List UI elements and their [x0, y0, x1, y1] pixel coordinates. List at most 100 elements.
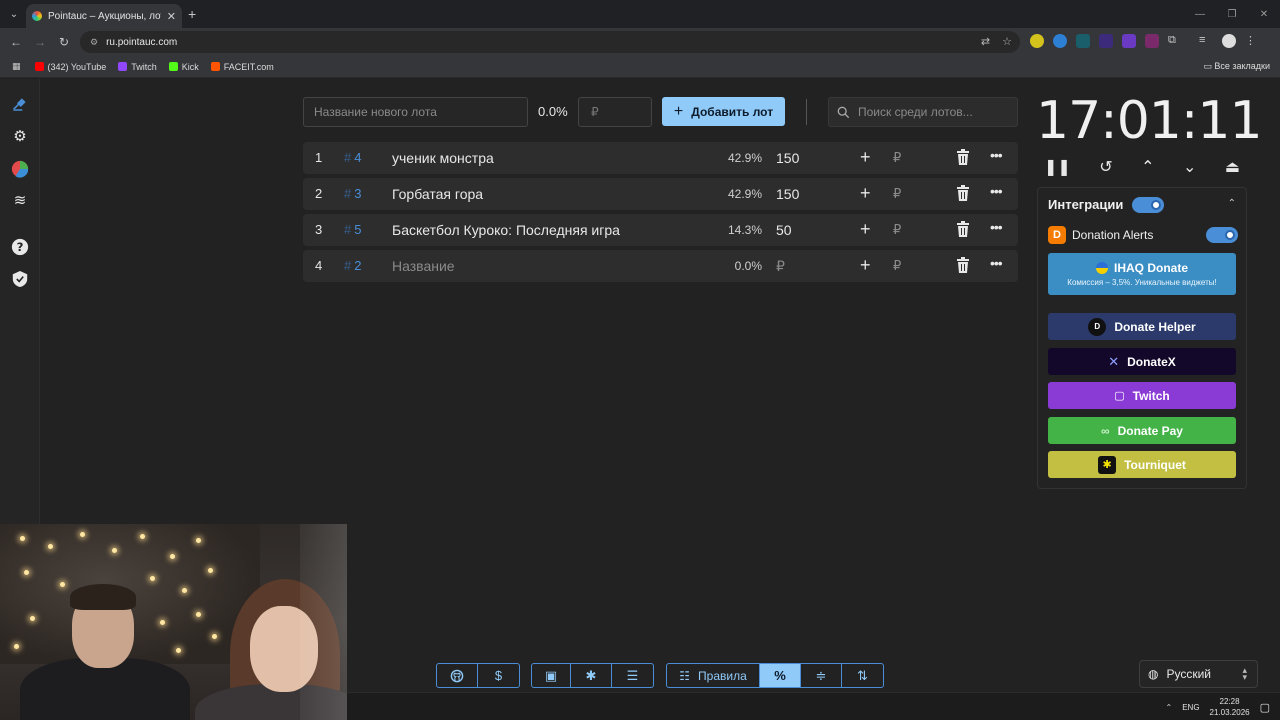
site-favicon-icon	[32, 11, 42, 21]
address-bar[interactable]: ⚙ ru.pointauc.com ⇄ ☆	[80, 31, 1020, 53]
browser-tab[interactable]: Pointauc – Аукционы, лотереи ✕	[26, 4, 182, 28]
rules-button[interactable]: ☷ Правила	[667, 664, 760, 687]
more-options-icon[interactable]: •••	[990, 255, 1003, 271]
bookmark-youtube[interactable]: (342) YouTube	[34, 62, 106, 72]
percent-toggle-icon[interactable]: %	[760, 664, 801, 687]
lot-name[interactable]: Горбатая гора	[392, 186, 483, 202]
back-icon[interactable]: ←	[4, 35, 28, 49]
compact-view-icon[interactable]: ≑	[801, 664, 842, 687]
wheel-chart-icon[interactable]	[10, 159, 30, 179]
tab-list-icon[interactable]: ≡	[1199, 34, 1213, 48]
lot-name[interactable]: ученик монстра	[392, 150, 494, 166]
lot-name[interactable]: Баскетбол Куроко: Последняя игра	[392, 222, 620, 238]
bookmark-faceit[interactable]: FACEIT.com	[210, 62, 274, 72]
add-amount-icon[interactable]: +	[860, 219, 871, 240]
delete-trash-icon[interactable]	[956, 221, 970, 240]
apps-grid-icon[interactable]: ▦	[12, 61, 21, 72]
donate-helper-button[interactable]: D Donate Helper	[1048, 313, 1236, 340]
reload-icon[interactable]: ↻	[52, 35, 76, 49]
twitch-icon: ▢	[1114, 390, 1125, 402]
lot-position: 2	[315, 186, 323, 201]
lot-amount[interactable]: ₽	[776, 258, 785, 275]
extension-icon[interactable]	[1099, 34, 1113, 48]
amount-input[interactable]: ₽	[893, 186, 901, 202]
add-amount-icon[interactable]: +	[860, 147, 871, 168]
save-icon[interactable]: ▣	[532, 664, 571, 687]
lot-amount[interactable]: 150	[776, 186, 799, 202]
bookmark-twitch[interactable]: Twitch	[118, 62, 157, 72]
bookmark-star-icon[interactable]: ☆	[1002, 35, 1012, 48]
github-icon[interactable]	[437, 664, 478, 687]
forward-icon[interactable]: →	[28, 35, 52, 49]
tray-chevron-icon[interactable]: ⌃	[1166, 703, 1173, 712]
donate-dollar-icon[interactable]: $	[478, 664, 519, 687]
more-options-icon[interactable]: •••	[990, 183, 1003, 199]
delete-trash-icon[interactable]	[956, 149, 970, 168]
delete-trash-icon[interactable]	[956, 185, 970, 204]
extension-icon[interactable]	[1076, 34, 1090, 48]
lot-row: 2 #3 Горбатая гора 42.9% 150 + ₽ •••	[303, 178, 1018, 210]
tab-search-icon[interactable]: ⌄	[0, 0, 28, 28]
new-tab-icon[interactable]: +	[188, 6, 196, 22]
integrations-toggle[interactable]	[1132, 197, 1164, 213]
donatex-button[interactable]: ✕ DonateX	[1048, 348, 1236, 375]
notifications-icon[interactable]: ▢	[1260, 701, 1270, 714]
donation-alerts-toggle[interactable]	[1206, 227, 1238, 243]
url-text: ru.pointauc.com	[106, 36, 178, 48]
close-window-icon[interactable]: ✕	[1248, 0, 1280, 28]
twitch-button[interactable]: ▢ Twitch	[1048, 382, 1236, 409]
language-value: Русский	[1166, 667, 1212, 681]
restore-icon[interactable]: ❐	[1216, 0, 1248, 28]
help-icon[interactable]: ?	[10, 237, 30, 257]
extensions-puzzle-icon[interactable]: ⧉	[1168, 34, 1182, 48]
collapse-chevron-icon[interactable]: ⌃	[1228, 198, 1236, 209]
shield-icon[interactable]	[10, 269, 30, 289]
delete-trash-icon[interactable]	[956, 257, 970, 276]
extensions-area: ⧉ ≡ ⋮	[1030, 34, 1259, 48]
amount-input[interactable]: ₽	[893, 150, 901, 166]
minimize-icon[interactable]: —	[1184, 0, 1216, 28]
layers-icon[interactable]: ≋	[10, 190, 30, 210]
chevron-up-icon[interactable]: ⌃	[1141, 157, 1154, 177]
donate-pay-button[interactable]: ∞ Donate Pay	[1048, 417, 1236, 444]
bug-report-icon[interactable]: ✱	[571, 664, 612, 687]
lot-name[interactable]: Название	[392, 258, 455, 274]
add-lot-button[interactable]: + Добавить лот	[662, 97, 785, 126]
auction-gavel-icon[interactable]	[10, 94, 30, 114]
reset-icon[interactable]: ↺	[1099, 157, 1112, 177]
extension-icon[interactable]	[1122, 34, 1136, 48]
clock[interactable]: 22:28 21.03.2026	[1210, 696, 1250, 718]
lot-amount[interactable]: 150	[776, 150, 799, 166]
sort-icon[interactable]: ⇅	[842, 664, 883, 687]
pause-icon[interactable]: ❚❚	[1044, 157, 1071, 177]
more-options-icon[interactable]: •••	[990, 219, 1003, 235]
lot-search-input[interactable]: Поиск среди лотов...	[828, 97, 1018, 127]
tourniquet-button[interactable]: ✱ Tourniquet	[1048, 451, 1236, 478]
site-info-icon[interactable]: ⚙	[90, 37, 98, 48]
extension-icon[interactable]	[1145, 34, 1159, 48]
translate-icon[interactable]: ⇄	[981, 35, 990, 48]
more-options-icon[interactable]: •••	[990, 147, 1003, 163]
new-lot-amount-input[interactable]: ₽	[578, 97, 652, 127]
bookmark-kick[interactable]: Kick	[168, 62, 199, 72]
extension-icon[interactable]	[1030, 34, 1044, 48]
ihaq-donate-button[interactable]: IHAQ Donate Комиссия – 3,5%. Уникальные …	[1048, 253, 1236, 295]
close-tab-icon[interactable]: ✕	[167, 10, 176, 23]
new-lot-name-input[interactable]: Название нового лота	[303, 97, 528, 127]
settings-gear-icon[interactable]: ⚙	[10, 126, 30, 146]
double-chevron-up-icon[interactable]: ⏏	[1225, 157, 1240, 177]
amount-input[interactable]: ₽	[893, 258, 901, 274]
service-label: Tourniquet	[1124, 457, 1186, 472]
add-amount-icon[interactable]: +	[860, 183, 871, 204]
lot-amount[interactable]: 50	[776, 222, 792, 238]
profile-avatar[interactable]	[1222, 34, 1236, 48]
language-select[interactable]: ◍ Русский ▴ ▾	[1139, 660, 1258, 688]
extension-icon[interactable]	[1053, 34, 1067, 48]
amount-input[interactable]: ₽	[893, 222, 901, 238]
keyboard-language[interactable]: ENG	[1182, 703, 1199, 712]
chevron-down-icon[interactable]: ⌄	[1183, 157, 1196, 177]
clear-list-icon[interactable]: ☰	[612, 664, 653, 687]
menu-dots-icon[interactable]: ⋮	[1245, 34, 1259, 48]
all-bookmarks[interactable]: ▭ Все закладки	[1203, 61, 1270, 72]
add-amount-icon[interactable]: +	[860, 255, 871, 276]
